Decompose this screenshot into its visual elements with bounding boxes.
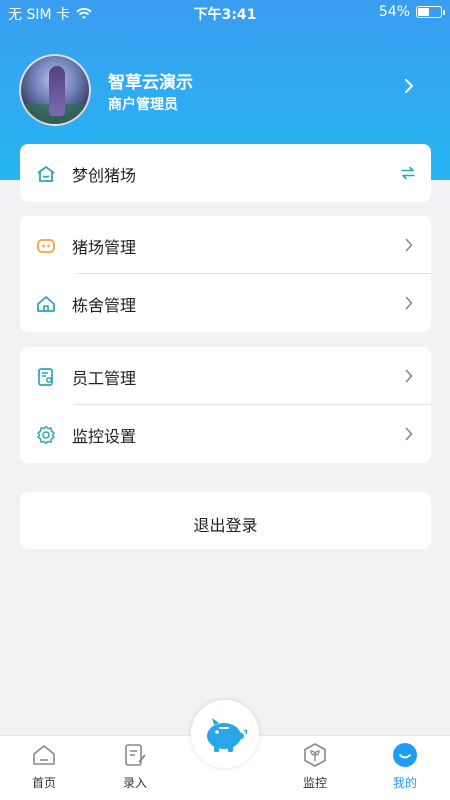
farm-card[interactable]: 梦创猪场	[20, 144, 431, 202]
profile-role: 商户管理员	[108, 97, 178, 113]
monitor-cube-icon	[304, 743, 326, 767]
home-icon	[33, 745, 55, 765]
house-icon	[37, 296, 55, 312]
management-card: 猪场管理 栋舍管理	[20, 216, 431, 332]
tab-home[interactable]: 首页	[9, 736, 79, 800]
chevron-right-icon	[405, 296, 413, 310]
tab-label: 我的	[392, 776, 417, 790]
edit-note-icon	[125, 744, 146, 766]
menu-item-label: 栋舍管理	[72, 296, 137, 315]
tab-label: 录入	[122, 776, 147, 790]
battery-percent: 54%	[378, 4, 410, 20]
menu-item-label: 员工管理	[72, 369, 137, 388]
tab-label: 首页	[31, 776, 56, 790]
status-bar: 无 SIM 卡 下午3:41 54%	[0, 0, 450, 26]
menu-item-label: 监控设置	[72, 427, 137, 446]
menu-item-label: 猪场管理	[72, 238, 137, 257]
center-action-button[interactable]	[191, 700, 259, 768]
chevron-right-icon	[405, 427, 413, 441]
staff-card: 员工管理 监控设置	[20, 347, 431, 463]
tab-label: 监控	[302, 776, 327, 790]
tab-input[interactable]: 录入	[100, 736, 170, 800]
piggy-bank-icon	[207, 718, 248, 752]
smile-icon	[393, 743, 417, 767]
battery-icon	[416, 6, 445, 18]
menu-item-farm-management[interactable]: 猪场管理	[20, 216, 431, 274]
avatar[interactable]	[19, 54, 91, 126]
menu-item-staff-management[interactable]: 员工管理	[20, 347, 431, 405]
chevron-right-icon	[405, 369, 413, 383]
profile-header[interactable]: 智草云演示 商户管理员	[0, 50, 450, 130]
pig-nose-icon	[37, 239, 55, 253]
profile-name: 智草云演示	[108, 73, 193, 93]
status-right: 54%	[378, 4, 445, 20]
tab-mine[interactable]: 我的	[370, 736, 440, 800]
logout-label: 退出登录	[193, 516, 258, 535]
farm-row[interactable]: 梦创猪场	[20, 144, 431, 202]
farm-name: 梦创猪场	[72, 166, 137, 185]
chevron-right-icon[interactable]	[404, 78, 414, 94]
battery-level	[418, 8, 430, 16]
switch-icon[interactable]	[401, 166, 415, 180]
logout-button[interactable]: 退出登录	[20, 492, 431, 549]
staff-card-icon	[38, 368, 53, 386]
chevron-right-icon	[405, 238, 413, 252]
gear-icon	[37, 425, 55, 445]
menu-item-monitor-settings[interactable]: 监控设置	[20, 405, 431, 463]
farm-house-icon	[37, 166, 55, 182]
tab-monitor[interactable]: 监控	[280, 736, 350, 800]
avatar-figure	[49, 66, 65, 116]
menu-item-building-management[interactable]: 栋舍管理	[20, 274, 431, 332]
